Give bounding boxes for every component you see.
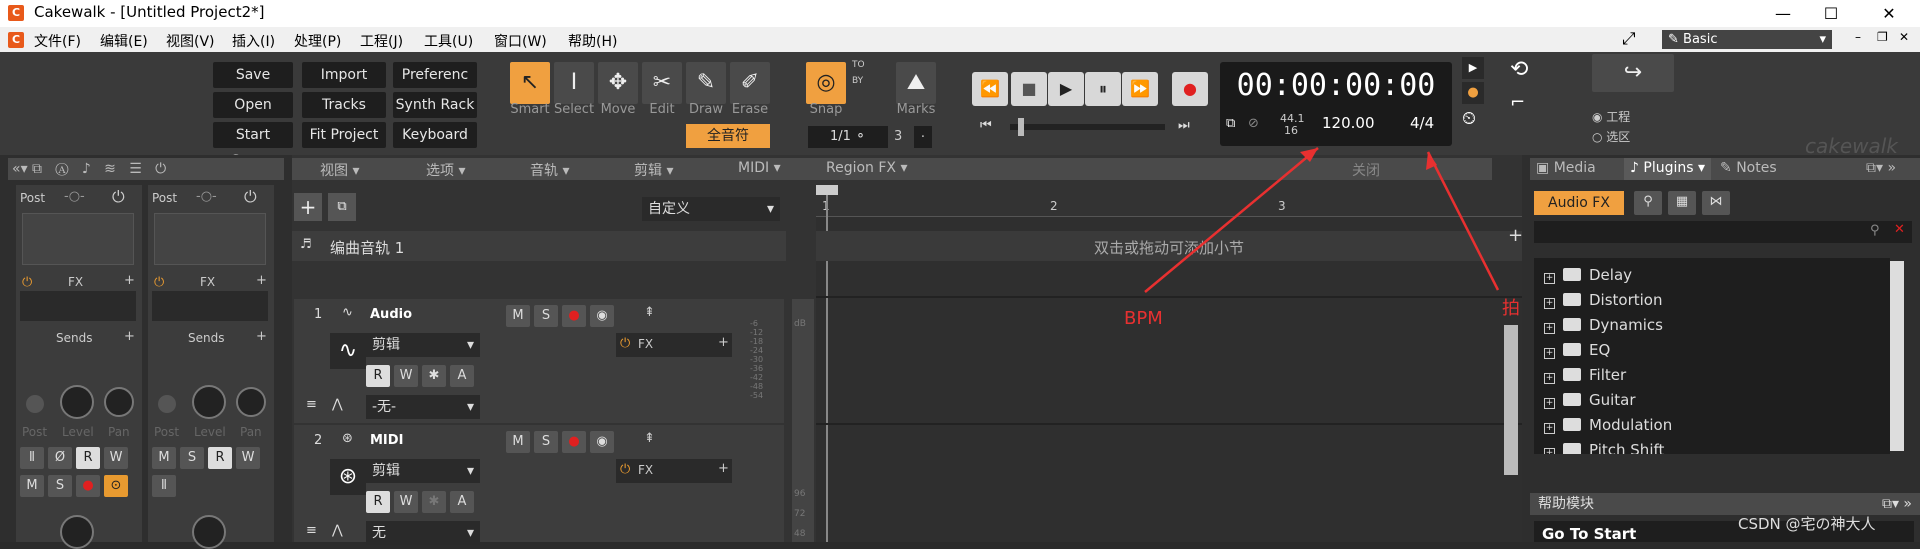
annotation-arrows — [1144, 147, 1500, 293]
watermark: CSDN @宅の神大人 — [1738, 515, 1876, 533]
beat-annotation: 拍 — [1502, 298, 1520, 319]
beat-arrow — [1426, 151, 1500, 291]
bpm-arrow — [1144, 147, 1319, 293]
bpm-annotation: BPM — [1124, 308, 1163, 329]
